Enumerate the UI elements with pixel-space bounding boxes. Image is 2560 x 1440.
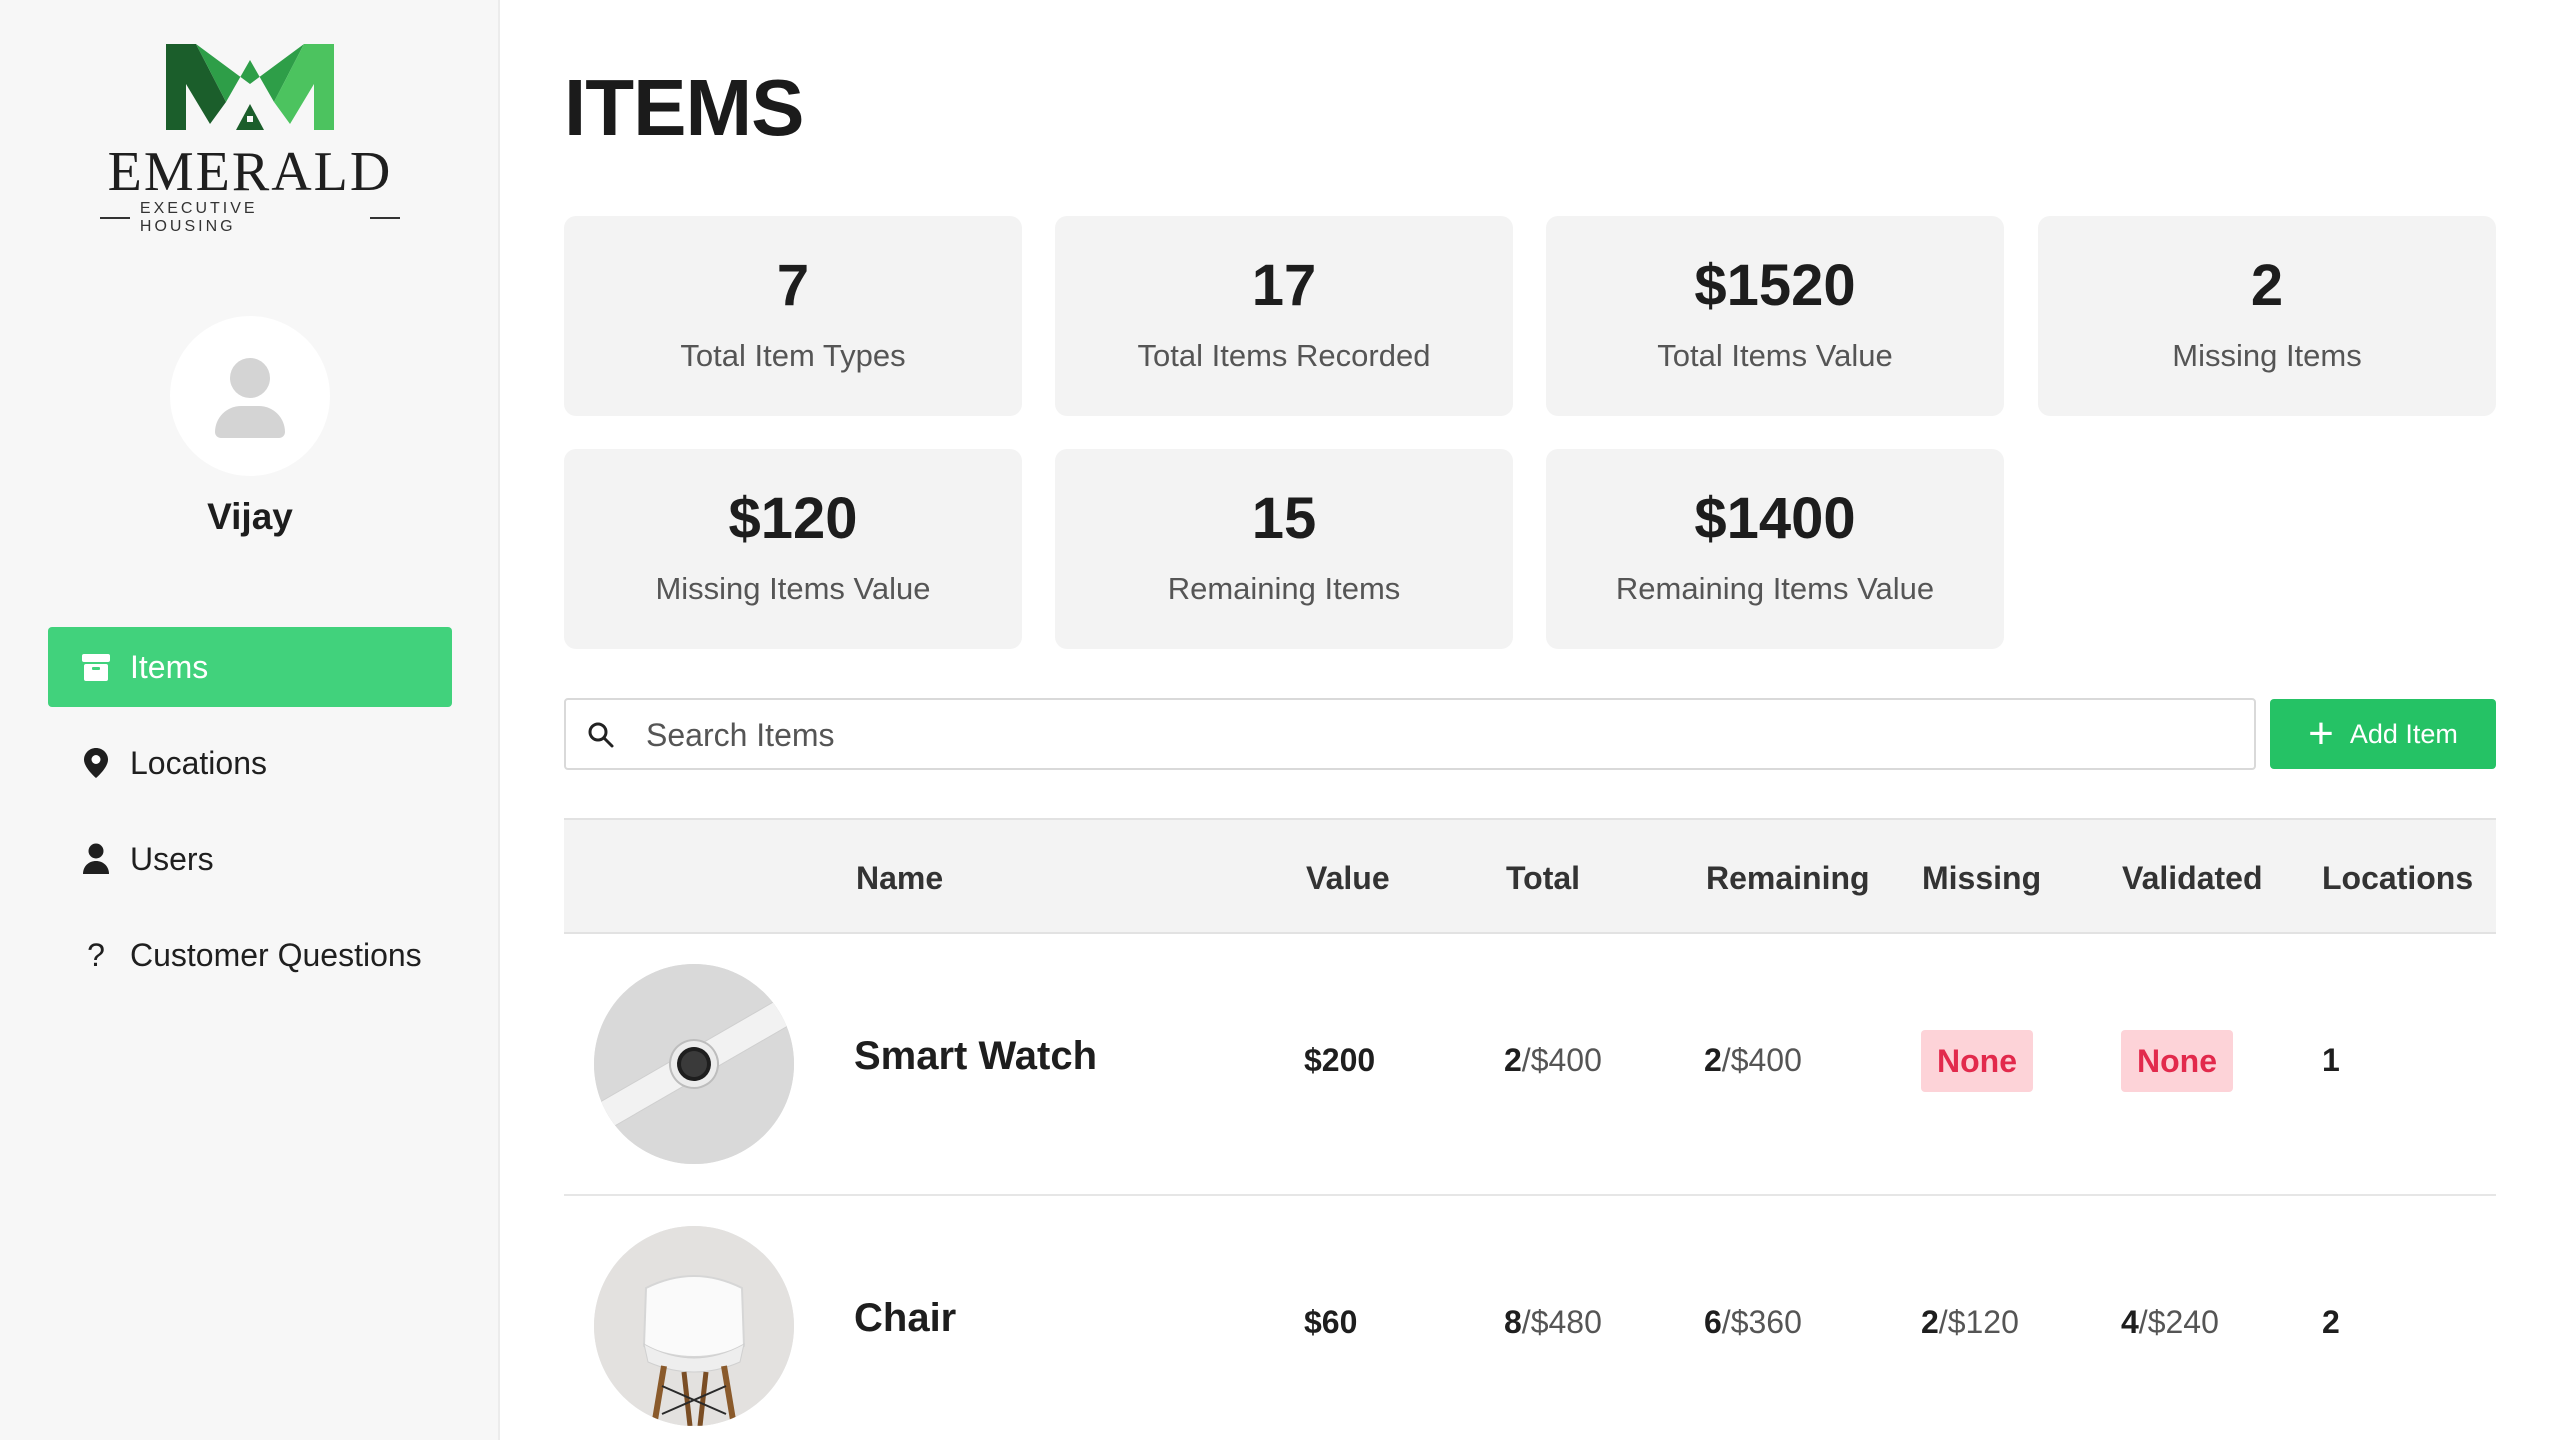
search-input[interactable] <box>646 708 2226 762</box>
item-value: $200 <box>1304 1042 1376 1078</box>
search-icon <box>588 722 614 748</box>
sidebar-item-items[interactable]: Items <box>48 627 452 707</box>
stat-label: Remaining Items <box>1167 571 1401 606</box>
question-icon: ? <box>87 936 105 973</box>
item-locations: 1 <box>2322 1042 2340 1078</box>
brand-name: EMERALD <box>107 141 393 203</box>
column-header-name[interactable]: Name <box>856 860 943 897</box>
stat-label: Remaining Items Value <box>1615 571 1935 606</box>
sidebar-nav: Items Locations Users ? Customer Questio… <box>48 627 452 1011</box>
item-validated-value: /$240 <box>2138 1304 2219 1340</box>
table-row[interactable]: Chair $60 8/$480 6/$360 2/$120 4/$240 2 <box>564 1196 2496 1440</box>
item-total-value: /$480 <box>1521 1304 1602 1340</box>
item-name[interactable]: Smart Watch <box>854 1034 1097 1079</box>
item-missing-count: 2 <box>1921 1304 1939 1340</box>
avatar-head-icon <box>230 358 270 398</box>
add-item-button[interactable]: + Add Item <box>2270 699 2496 769</box>
table-row[interactable]: Smart Watch $200 2/$400 2/$400 None None… <box>564 934 2496 1196</box>
stat-card-missing-items: 2 Missing Items <box>2038 216 2496 416</box>
chair-image <box>594 1226 794 1426</box>
sidebar-item-label: Customer Questions <box>130 936 422 973</box>
column-header-locations[interactable]: Locations <box>2322 860 2473 897</box>
stat-card-total-item-types: 7 Total Item Types <box>564 216 1022 416</box>
column-header-validated[interactable]: Validated <box>2122 860 2263 897</box>
stat-value: 15 <box>1251 486 1317 551</box>
item-remaining-count: 2 <box>1704 1042 1722 1078</box>
stat-value: 2 <box>2250 253 2284 318</box>
tagline-rule-right <box>370 217 400 219</box>
column-header-missing[interactable]: Missing <box>1922 860 2041 897</box>
item-remaining: 6/$360 <box>1704 1304 1802 1341</box>
stat-value: $1520 <box>1694 253 1856 318</box>
sidebar-item-users[interactable]: Users <box>48 819 452 899</box>
stat-card-remaining-items-value: $1400 Remaining Items Value <box>1546 449 2004 649</box>
stat-card-total-items-value: $1520 Total Items Value <box>1546 216 2004 416</box>
plus-icon: + <box>2308 709 2334 758</box>
brand-tagline-text: EXECUTIVE HOUSING <box>139 200 258 235</box>
avatar[interactable] <box>170 316 330 476</box>
stat-label: Missing Items <box>2172 338 2362 373</box>
item-validated: 4/$240 <box>2121 1304 2219 1341</box>
stat-value: $1400 <box>1694 486 1856 551</box>
column-header-total[interactable]: Total <box>1506 860 1580 897</box>
sidebar-item-locations[interactable]: Locations <box>48 723 452 803</box>
stat-label: Total Items Value <box>1657 338 1893 373</box>
missing-badge: None <box>1921 1030 2033 1092</box>
item-remaining-count: 6 <box>1704 1304 1722 1340</box>
item-remaining-value: /$360 <box>1721 1304 1802 1340</box>
smart-watch-image <box>594 964 794 1164</box>
sidebar-item-label: Items <box>130 648 209 685</box>
avatar-body-icon <box>215 406 285 438</box>
item-total: 8/$480 <box>1504 1304 1602 1341</box>
stat-card-total-items-recorded: 17 Total Items Recorded <box>1055 216 1513 416</box>
item-validated-count: 4 <box>2121 1304 2139 1340</box>
item-missing: 2/$120 <box>1921 1304 2019 1341</box>
item-locations: 2 <box>2322 1304 2340 1340</box>
item-total-count: 2 <box>1504 1042 1522 1078</box>
sidebar-item-label: Locations <box>130 744 267 781</box>
column-header-value[interactable]: Value <box>1306 860 1390 897</box>
item-remaining: 2/$400 <box>1704 1042 1802 1079</box>
house-roof-logo-icon <box>166 44 334 130</box>
item-total-value: /$400 <box>1521 1042 1602 1078</box>
item-missing-value: /$120 <box>1938 1304 2019 1340</box>
stat-card-missing-items-value: $120 Missing Items Value <box>564 449 1022 649</box>
add-item-label: Add Item <box>2349 718 2458 749</box>
item-name[interactable]: Chair <box>854 1296 956 1341</box>
sidebar-item-label: Users <box>130 840 214 877</box>
map-pin-icon <box>80 747 112 779</box>
column-header-remaining[interactable]: Remaining <box>1706 860 1870 897</box>
stat-value: 17 <box>1251 253 1317 318</box>
item-value: $60 <box>1304 1304 1358 1340</box>
stat-value: $120 <box>728 486 858 551</box>
item-total-count: 8 <box>1504 1304 1522 1340</box>
box-icon <box>80 651 112 683</box>
brand-tagline: EXECUTIVE HOUSING <box>100 200 400 236</box>
sidebar-item-customer-questions[interactable]: ? Customer Questions <box>48 915 452 995</box>
stat-label: Total Item Types <box>680 338 906 373</box>
stat-label: Total Items Recorded <box>1137 338 1431 373</box>
stat-card-remaining-items: 15 Remaining Items <box>1055 449 1513 649</box>
brand-logo[interactable]: EMERALD EXECUTIVE HOUSING <box>100 44 400 235</box>
item-total: 2/$400 <box>1504 1042 1602 1079</box>
stat-label: Missing Items Value <box>655 571 931 606</box>
table-header: Name Value Total Remaining Missing Valid… <box>564 818 2496 934</box>
stat-value: 7 <box>776 253 810 318</box>
sidebar: EMERALD EXECUTIVE HOUSING Vijay Items Lo… <box>0 0 500 1440</box>
user-icon <box>80 843 112 875</box>
item-remaining-value: /$400 <box>1721 1042 1802 1078</box>
search-box <box>564 698 2256 770</box>
tagline-rule-left <box>100 217 130 219</box>
page-title: ITEMS <box>564 63 804 152</box>
user-name: Vijay <box>207 496 293 537</box>
validated-badge: None <box>2121 1030 2233 1092</box>
items-table: Name Value Total Remaining Missing Valid… <box>564 818 2496 1440</box>
